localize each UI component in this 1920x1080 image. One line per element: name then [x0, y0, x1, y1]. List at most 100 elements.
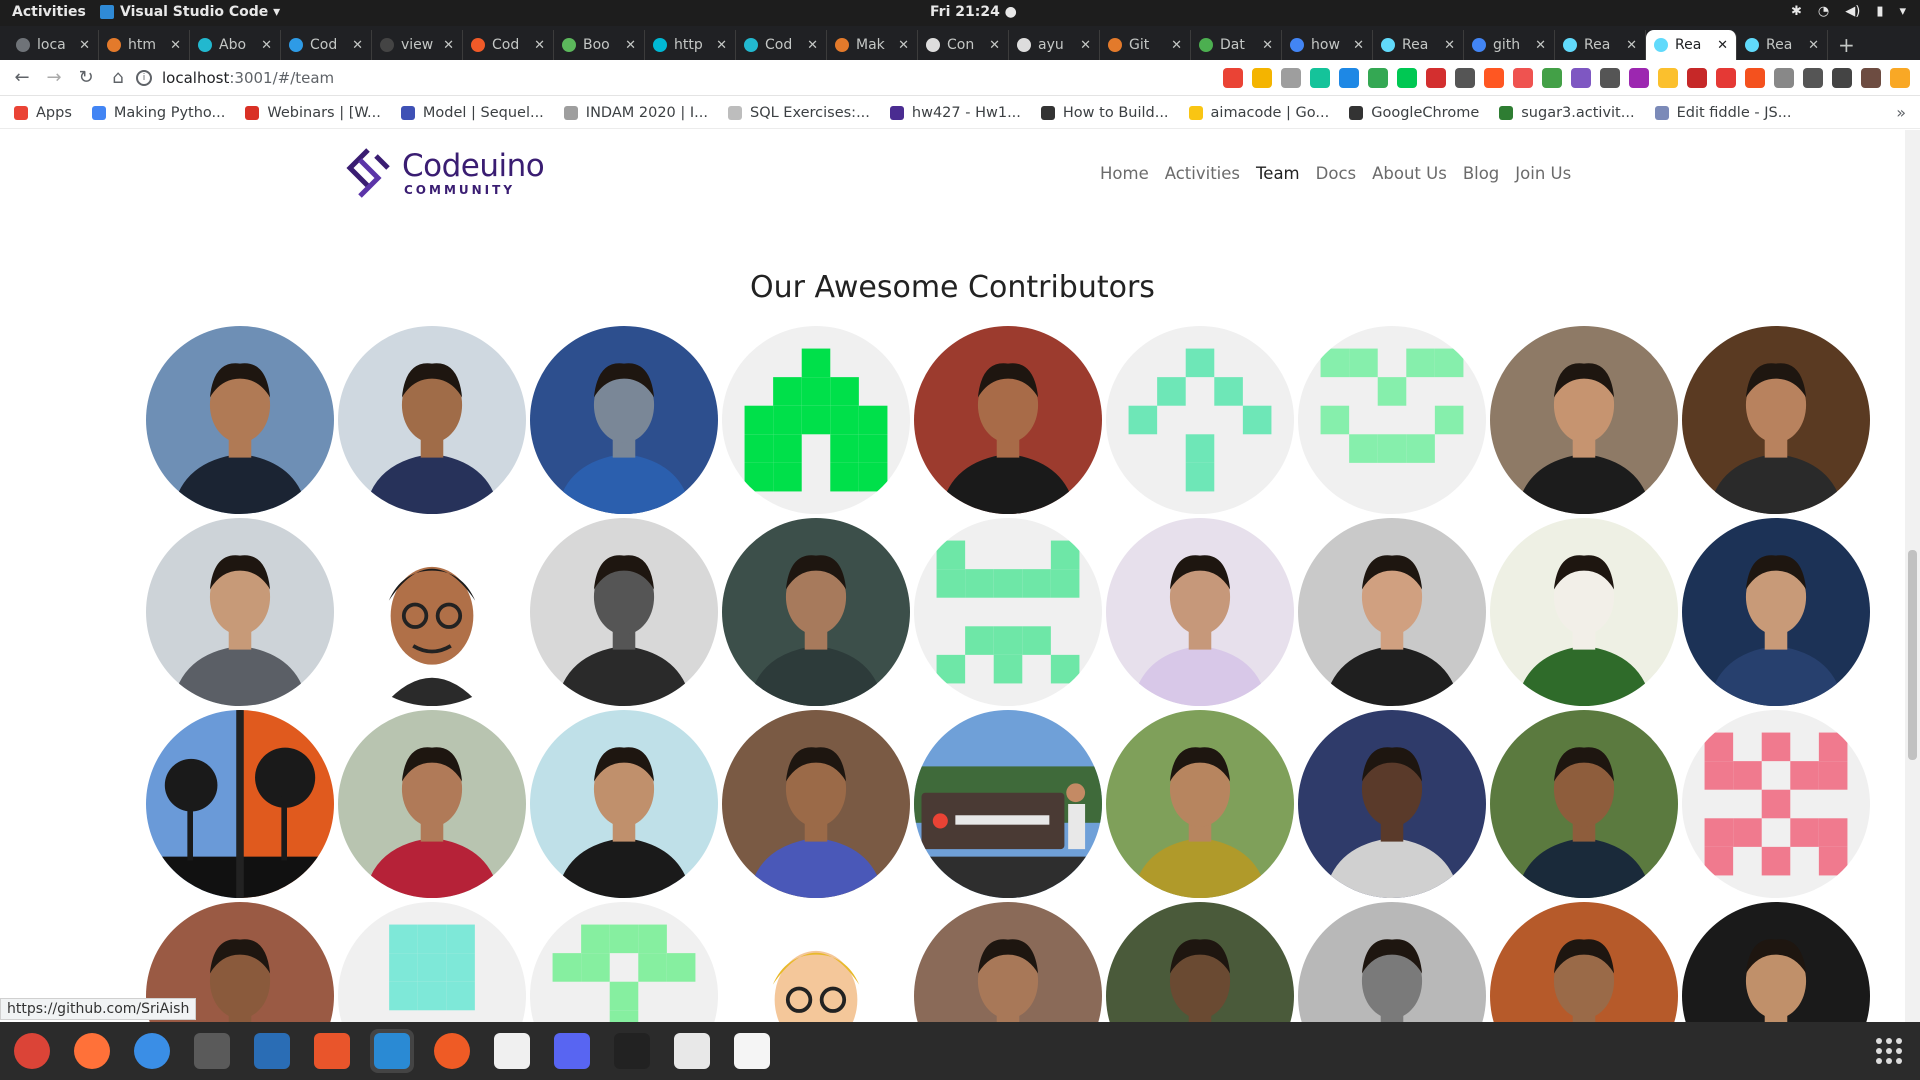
bluetooth-icon[interactable]: ✱ — [1791, 4, 1802, 19]
files-icon[interactable] — [190, 1029, 234, 1073]
nav-link-join-us[interactable]: Join Us — [1515, 164, 1571, 183]
extension-icon[interactable] — [1426, 68, 1446, 88]
contributor-avatar[interactable] — [1682, 518, 1870, 706]
browser-tab[interactable]: loca ✕ — [8, 30, 99, 60]
site-info-icon[interactable]: i — [136, 70, 152, 86]
nav-link-blog[interactable]: Blog — [1463, 164, 1499, 183]
browser-tab[interactable]: Rea ✕ — [1373, 30, 1464, 60]
bookmark-item[interactable]: INDAM 2020 | I... — [563, 105, 708, 121]
contributor-avatar[interactable] — [1490, 902, 1678, 1022]
contributor-avatar[interactable] — [914, 710, 1102, 898]
tab-close-icon[interactable]: ✕ — [534, 38, 545, 53]
reload-icon[interactable]: ↻ — [70, 62, 102, 94]
contributor-avatar[interactable] — [1490, 710, 1678, 898]
bookmark-item[interactable]: hw427 - Hw1... — [889, 105, 1021, 121]
contributor-avatar[interactable] — [530, 518, 718, 706]
browser-tab[interactable]: Dat ✕ — [1191, 30, 1282, 60]
tab-close-icon[interactable]: ✕ — [1353, 38, 1364, 53]
battery-icon[interactable]: ▮ — [1876, 4, 1883, 19]
bookmark-item[interactable]: Making Pytho... — [91, 105, 225, 121]
extension-icon[interactable] — [1455, 68, 1475, 88]
tab-close-icon[interactable]: ✕ — [443, 38, 454, 53]
contributor-avatar[interactable] — [530, 326, 718, 514]
tab-close-icon[interactable]: ✕ — [1262, 38, 1273, 53]
bookmark-item[interactable]: Apps — [14, 105, 72, 121]
contributor-avatar[interactable] — [914, 326, 1102, 514]
contributor-avatar[interactable] — [146, 326, 334, 514]
extension-icon[interactable] — [1861, 68, 1881, 88]
bookmarks-overflow-icon[interactable]: » — [1896, 103, 1906, 122]
tab-close-icon[interactable]: ✕ — [1535, 38, 1546, 53]
scrollbar-thumb[interactable] — [1908, 550, 1917, 760]
tab-close-icon[interactable]: ✕ — [898, 38, 909, 53]
tab-close-icon[interactable]: ✕ — [170, 38, 181, 53]
browser-tab[interactable]: Rea ✕ — [1646, 30, 1737, 60]
tab-close-icon[interactable]: ✕ — [1626, 38, 1637, 53]
show-applications-icon[interactable] — [1876, 1038, 1902, 1064]
contributor-avatar[interactable] — [1490, 518, 1678, 706]
tab-close-icon[interactable]: ✕ — [1808, 38, 1819, 53]
browser-tab[interactable]: Cod ✕ — [281, 30, 372, 60]
tab-close-icon[interactable]: ✕ — [1717, 38, 1728, 53]
tab-close-icon[interactable]: ✕ — [261, 38, 272, 53]
contributor-avatar[interactable] — [338, 710, 526, 898]
extension-icon[interactable] — [1774, 68, 1794, 88]
contributor-avatar[interactable] — [338, 902, 526, 1022]
extension-icon[interactable] — [1629, 68, 1649, 88]
extension-icon[interactable] — [1252, 68, 1272, 88]
extension-icon[interactable] — [1542, 68, 1562, 88]
extension-icon[interactable] — [1890, 68, 1910, 88]
nav-link-home[interactable]: Home — [1100, 164, 1149, 183]
contributor-avatar[interactable] — [914, 518, 1102, 706]
contributor-avatar[interactable] — [1298, 710, 1486, 898]
nav-link-activities[interactable]: Activities — [1165, 164, 1240, 183]
extension-icon[interactable] — [1687, 68, 1707, 88]
vscode-icon[interactable] — [370, 1029, 414, 1073]
browser-tab[interactable]: view ✕ — [372, 30, 463, 60]
tab-close-icon[interactable]: ✕ — [989, 38, 1000, 53]
contributor-avatar[interactable] — [722, 710, 910, 898]
tab-close-icon[interactable]: ✕ — [1080, 38, 1091, 53]
tab-close-icon[interactable]: ✕ — [1171, 38, 1182, 53]
inkscape-icon[interactable] — [610, 1029, 654, 1073]
tab-close-icon[interactable]: ✕ — [352, 38, 363, 53]
extension-icon[interactable] — [1223, 68, 1243, 88]
page-scrollbar[interactable] — [1905, 130, 1920, 1022]
system-tray[interactable]: ✱ ◔ ◀) ▮ ▾ — [1791, 4, 1906, 19]
chrome-icon[interactable] — [10, 1029, 54, 1073]
contributor-avatar[interactable] — [722, 326, 910, 514]
contributor-avatar[interactable] — [1106, 902, 1294, 1022]
extension-icon[interactable] — [1397, 68, 1417, 88]
browser-tab[interactable]: ayu ✕ — [1009, 30, 1100, 60]
contributor-avatar[interactable] — [1298, 518, 1486, 706]
contributor-avatar[interactable] — [1682, 326, 1870, 514]
nav-link-about-us[interactable]: About Us — [1372, 164, 1447, 183]
extension-icon[interactable] — [1281, 68, 1301, 88]
tab-close-icon[interactable]: ✕ — [625, 38, 636, 53]
clock[interactable]: Fri 21:24 ● — [930, 4, 1017, 20]
app-menu[interactable]: Visual Studio Code ▾ — [100, 4, 280, 20]
software-icon[interactable] — [310, 1029, 354, 1073]
bookmark-item[interactable]: Webinars | [W... — [245, 105, 381, 121]
writer-icon[interactable] — [250, 1029, 294, 1073]
contributor-avatar[interactable] — [530, 710, 718, 898]
power-menu-icon[interactable]: ▾ — [1899, 4, 1906, 19]
contributor-avatar[interactable] — [530, 902, 718, 1022]
contributor-avatar[interactable] — [1682, 710, 1870, 898]
extension-icon[interactable] — [1339, 68, 1359, 88]
browser-tab[interactable]: http ✕ — [645, 30, 736, 60]
extension-icon[interactable] — [1803, 68, 1823, 88]
tab-close-icon[interactable]: ✕ — [807, 38, 818, 53]
home-icon[interactable]: ⌂ — [102, 62, 134, 94]
contributor-avatar[interactable] — [146, 518, 334, 706]
nav-link-docs[interactable]: Docs — [1316, 164, 1356, 183]
browser-tab[interactable]: Rea ✕ — [1555, 30, 1646, 60]
forward-arrow-icon[interactable]: → — [38, 62, 70, 94]
browser-tab[interactable]: Cod ✕ — [736, 30, 827, 60]
amazon-icon[interactable] — [490, 1029, 534, 1073]
bookmark-item[interactable]: sugar3.activit... — [1499, 105, 1635, 121]
tab-close-icon[interactable]: ✕ — [1444, 38, 1455, 53]
volume-icon[interactable]: ◀) — [1845, 4, 1860, 19]
nav-link-team[interactable]: Team — [1256, 164, 1300, 183]
extension-icon[interactable] — [1368, 68, 1388, 88]
